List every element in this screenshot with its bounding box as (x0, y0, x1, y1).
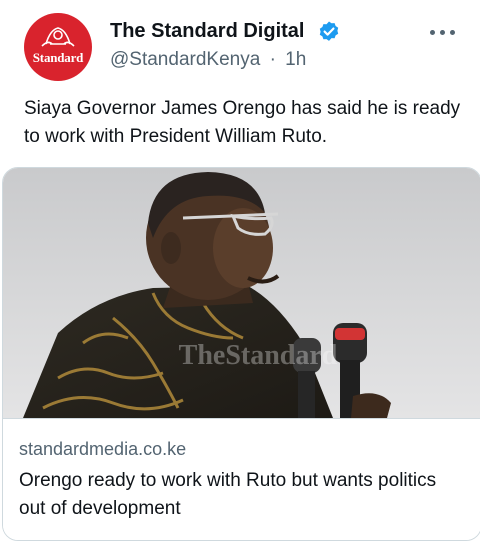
card-meta: standardmedia.co.ke Orengo ready to work… (3, 418, 480, 540)
separator-dot: · (269, 49, 276, 70)
image-watermark: TheStandard (179, 340, 338, 371)
avatar-logo-text: Standard (32, 50, 84, 65)
tweet-text: Siaya Governor James Orengo has said he … (24, 98, 461, 147)
card-domain: standardmedia.co.ke (19, 439, 187, 459)
card-title: Orengo ready to work with Ruto but wants… (19, 470, 437, 519)
timestamp[interactable]: 1h (285, 49, 306, 71)
crest-icon (41, 27, 75, 47)
verified-badge-icon (319, 21, 339, 41)
author-handle[interactable]: @StandardKenya (110, 49, 260, 71)
link-card[interactable]: TheStandard standardmedia.co.ke Orengo r… (2, 167, 480, 541)
article-photo: TheStandard (3, 168, 480, 418)
more-options-icon[interactable] (430, 29, 456, 37)
handle-row: @StandardKenya · 1h (110, 49, 306, 71)
avatar[interactable]: Standard (24, 13, 92, 81)
display-name[interactable]: The Standard Digital (110, 20, 304, 43)
